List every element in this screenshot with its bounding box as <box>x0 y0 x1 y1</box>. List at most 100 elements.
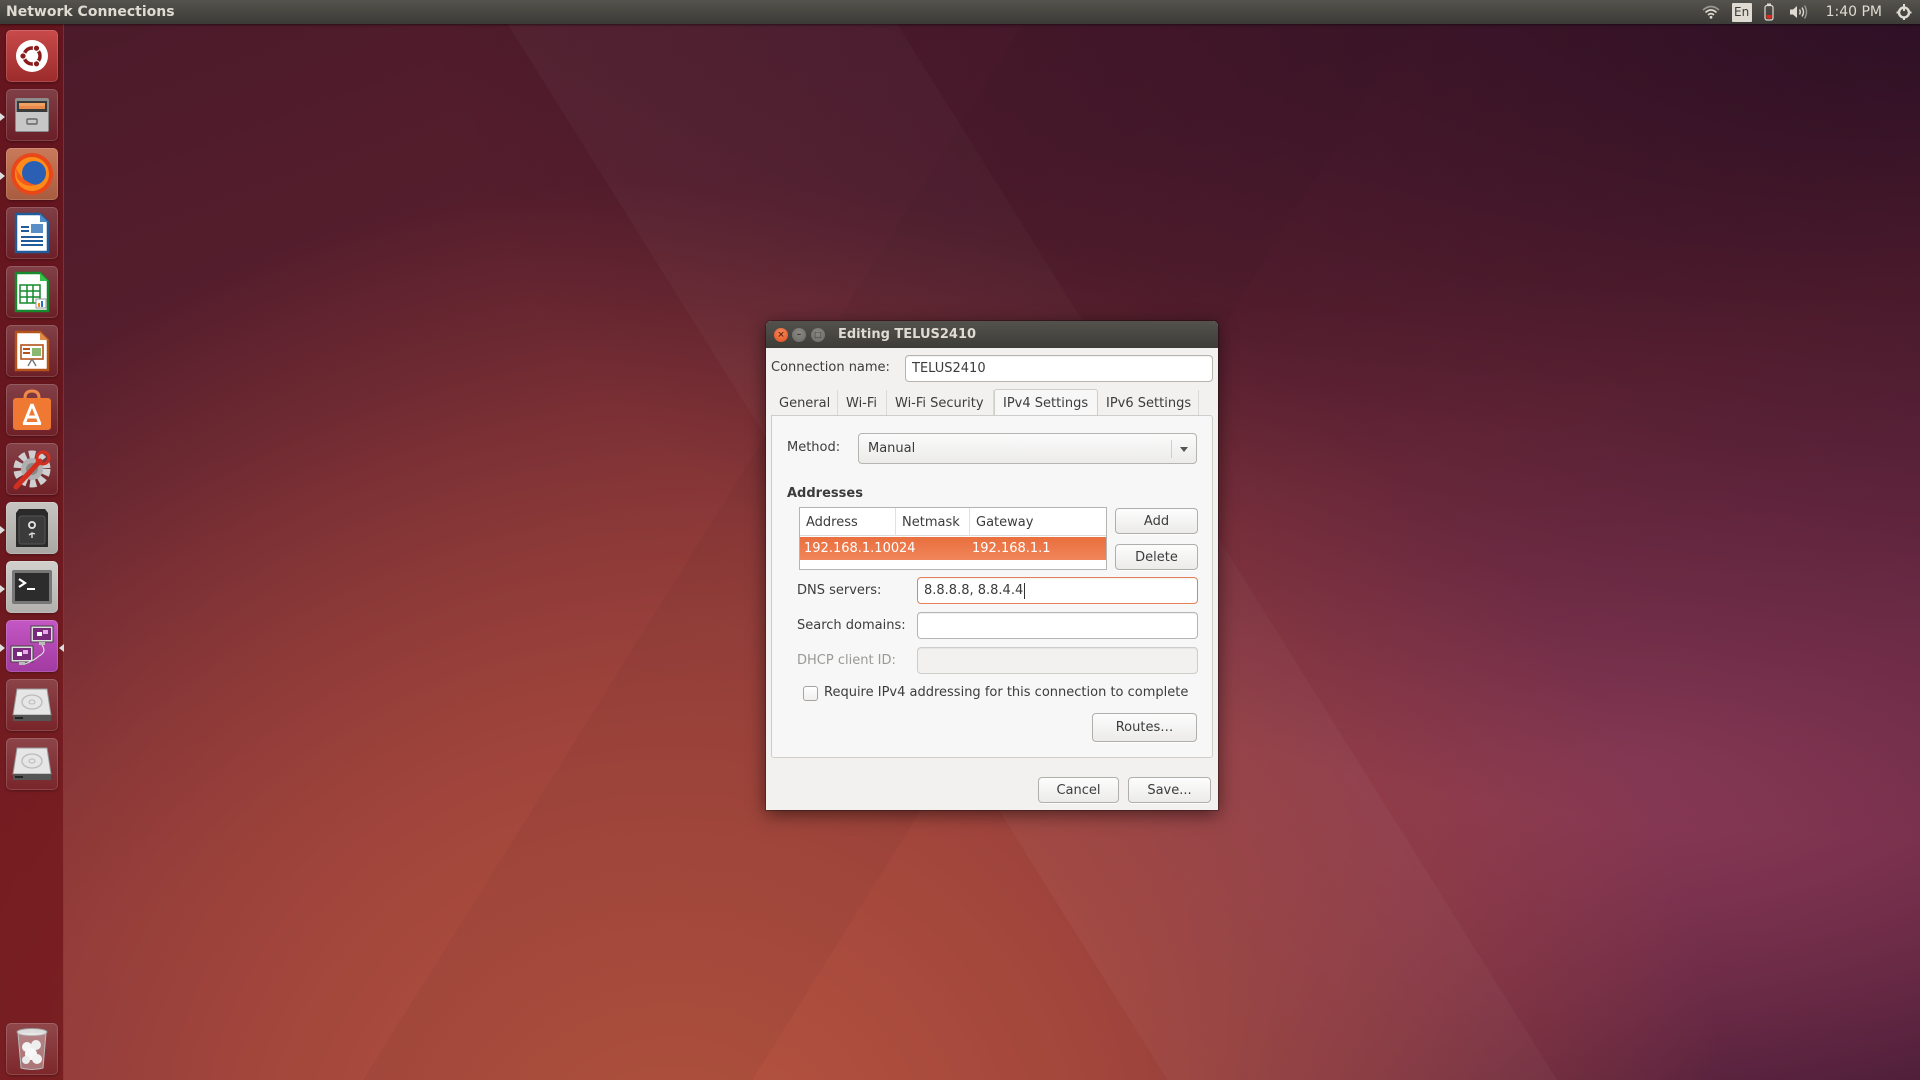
dns-servers-value: 8.8.8.8, 8.8.4.4 <box>924 583 1024 598</box>
column-header-gateway[interactable]: Gateway <box>970 508 1107 536</box>
firefox-icon <box>10 152 54 196</box>
launcher-item-trash[interactable] <box>6 1023 58 1075</box>
maximize-icon: □ <box>814 330 822 339</box>
dhcp-client-id-label: DHCP client ID: <box>797 653 896 668</box>
file-cabinet-icon <box>12 95 52 135</box>
column-header-address[interactable]: Address <box>800 508 896 536</box>
addresses-table[interactable]: Address Netmask Gateway 192.168.1.100 24… <box>799 507 1107 570</box>
cell-address[interactable]: 192.168.1.100 <box>804 537 899 560</box>
table-header: Address Netmask Gateway <box>800 508 1106 536</box>
tab-label: General <box>779 395 831 411</box>
gear-icon[interactable] <box>1892 0 1916 24</box>
dns-servers-input[interactable]: 8.8.8.8, 8.8.4.4 <box>917 577 1198 604</box>
launcher-item-firefox[interactable] <box>6 148 58 200</box>
settings-wrench-icon <box>10 447 54 491</box>
tab-bar: General Wi-Fi Wi-Fi Security IPv4 Settin… <box>771 389 1199 416</box>
indicator-area: En 1:40 PM <box>1696 0 1920 24</box>
column-label: Gateway <box>976 514 1034 530</box>
method-dropdown[interactable]: Manual <box>858 433 1197 464</box>
launcher-item-dash[interactable] <box>6 30 58 82</box>
close-icon: × <box>777 329 785 340</box>
delete-label: Delete <box>1135 549 1178 565</box>
column-label: Netmask <box>902 514 960 530</box>
trash-icon <box>15 1027 49 1071</box>
save-button[interactable]: Save... <box>1128 777 1211 803</box>
running-indicator <box>0 172 5 180</box>
method-value: Manual <box>868 441 916 456</box>
cancel-label: Cancel <box>1056 782 1101 798</box>
ipv4-settings-panel: Method: Manual Addresses Address Netmask… <box>771 415 1213 758</box>
maximize-button[interactable]: □ <box>811 328 825 342</box>
tab-label: IPv6 Settings <box>1106 395 1192 411</box>
running-indicator <box>0 585 5 593</box>
safe-icon <box>11 507 53 549</box>
column-label: Address <box>806 514 858 530</box>
battery-icon[interactable] <box>1758 0 1780 24</box>
edit-connection-dialog: × – □ Editing TELUS2410 Connection name:… <box>766 321 1218 810</box>
search-domains-input[interactable] <box>917 612 1198 639</box>
hard-drive-icon <box>11 746 53 782</box>
dialog-title: Editing TELUS2410 <box>838 327 977 342</box>
minimize-icon: – <box>796 329 802 340</box>
column-header-netmask[interactable]: Netmask <box>896 508 970 536</box>
launcher <box>0 24 64 1080</box>
method-label: Method: <box>787 440 841 455</box>
chevron-down-icon <box>1180 447 1188 452</box>
routes-button[interactable]: Routes… <box>1092 713 1197 742</box>
terminal-icon <box>11 569 53 605</box>
running-indicator <box>0 113 5 121</box>
running-indicator <box>0 526 5 534</box>
wifi-icon[interactable] <box>1696 0 1726 24</box>
cell-netmask[interactable]: 24 <box>899 537 916 560</box>
launcher-item-calc[interactable] <box>6 266 58 318</box>
cancel-button[interactable]: Cancel <box>1038 777 1119 803</box>
dialog-titlebar[interactable]: × – □ Editing TELUS2410 <box>766 321 1218 348</box>
running-indicator <box>0 644 5 652</box>
volume-icon[interactable] <box>1784 0 1812 24</box>
table-row[interactable]: 192.168.1.100 24 192.168.1.1 <box>800 537 1106 560</box>
require-ipv4-label[interactable]: Require IPv4 addressing for this connect… <box>824 685 1188 700</box>
tab-ipv4-settings[interactable]: IPv4 Settings <box>994 389 1098 416</box>
minimize-button[interactable]: – <box>792 328 806 342</box>
launcher-item-disk-1[interactable] <box>6 679 58 731</box>
software-bag-icon <box>10 388 54 432</box>
launcher-item-files[interactable] <box>6 89 58 141</box>
tab-label: IPv4 Settings <box>1003 395 1089 411</box>
tab-ipv6-settings[interactable]: IPv6 Settings <box>1098 390 1199 416</box>
hard-drive-icon <box>11 687 53 723</box>
require-ipv4-checkbox[interactable] <box>803 686 818 701</box>
connection-name-label: Connection name: <box>771 360 890 375</box>
close-button[interactable]: × <box>774 328 788 342</box>
clock[interactable]: 1:40 PM <box>1812 0 1892 24</box>
launcher-item-software-center[interactable] <box>6 384 58 436</box>
cell-gateway[interactable]: 192.168.1.1 <box>972 537 1051 560</box>
routes-label: Routes… <box>1115 720 1174 735</box>
connection-name-input[interactable]: TELUS2410 <box>905 355 1213 382</box>
ubuntu-logo-icon <box>14 38 50 74</box>
save-label: Save... <box>1147 782 1192 798</box>
addresses-heading: Addresses <box>787 486 863 501</box>
add-label: Add <box>1143 513 1170 529</box>
top-panel: Network Connections En 1:40 PM <box>0 0 1920 24</box>
launcher-item-disk-2[interactable] <box>6 738 58 790</box>
focused-indicator <box>59 644 64 652</box>
text-caret <box>1024 582 1026 599</box>
tab-wifi-security[interactable]: Wi-Fi Security <box>887 390 994 416</box>
delete-address-button[interactable]: Delete <box>1115 544 1198 570</box>
tab-wifi[interactable]: Wi-Fi <box>838 390 887 416</box>
launcher-item-terminal[interactable] <box>6 561 58 613</box>
keyboard-layout-indicator[interactable]: En <box>1731 2 1752 22</box>
tab-general[interactable]: General <box>771 390 838 416</box>
launcher-item-vault[interactable] <box>6 502 58 554</box>
writer-icon <box>14 212 50 254</box>
launcher-item-system-settings[interactable] <box>6 443 58 495</box>
network-icon <box>9 624 55 668</box>
tab-label: Wi-Fi Security <box>895 395 984 411</box>
dropdown-separator <box>1171 440 1172 458</box>
search-domains-label: Search domains: <box>797 618 906 633</box>
dhcp-client-id-input <box>917 647 1198 674</box>
launcher-item-impress[interactable] <box>6 325 58 377</box>
launcher-item-network-connections[interactable] <box>6 620 58 672</box>
add-address-button[interactable]: Add <box>1115 508 1198 534</box>
launcher-item-writer[interactable] <box>6 207 58 259</box>
